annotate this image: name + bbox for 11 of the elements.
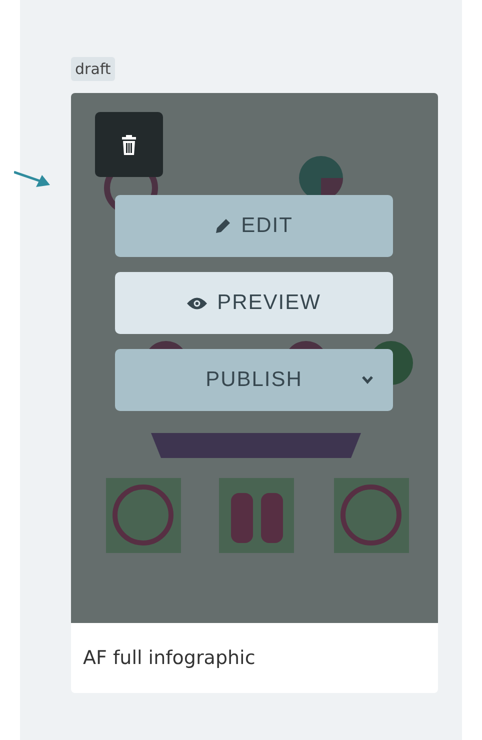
pencil-icon xyxy=(215,218,232,234)
card-title: AF full infographic xyxy=(82,646,256,671)
arrow-icon xyxy=(14,170,50,188)
eye-icon xyxy=(187,296,208,310)
status-badge: draft xyxy=(71,57,115,81)
caret-icon xyxy=(362,376,373,384)
publish-button[interactable]: PUBLISH xyxy=(115,349,393,411)
delete-button[interactable] xyxy=(95,112,163,177)
preview-button[interactable]: PREVIEW xyxy=(115,272,393,334)
trash-icon xyxy=(122,134,136,154)
edit-button[interactable]: EDIT xyxy=(115,195,393,257)
